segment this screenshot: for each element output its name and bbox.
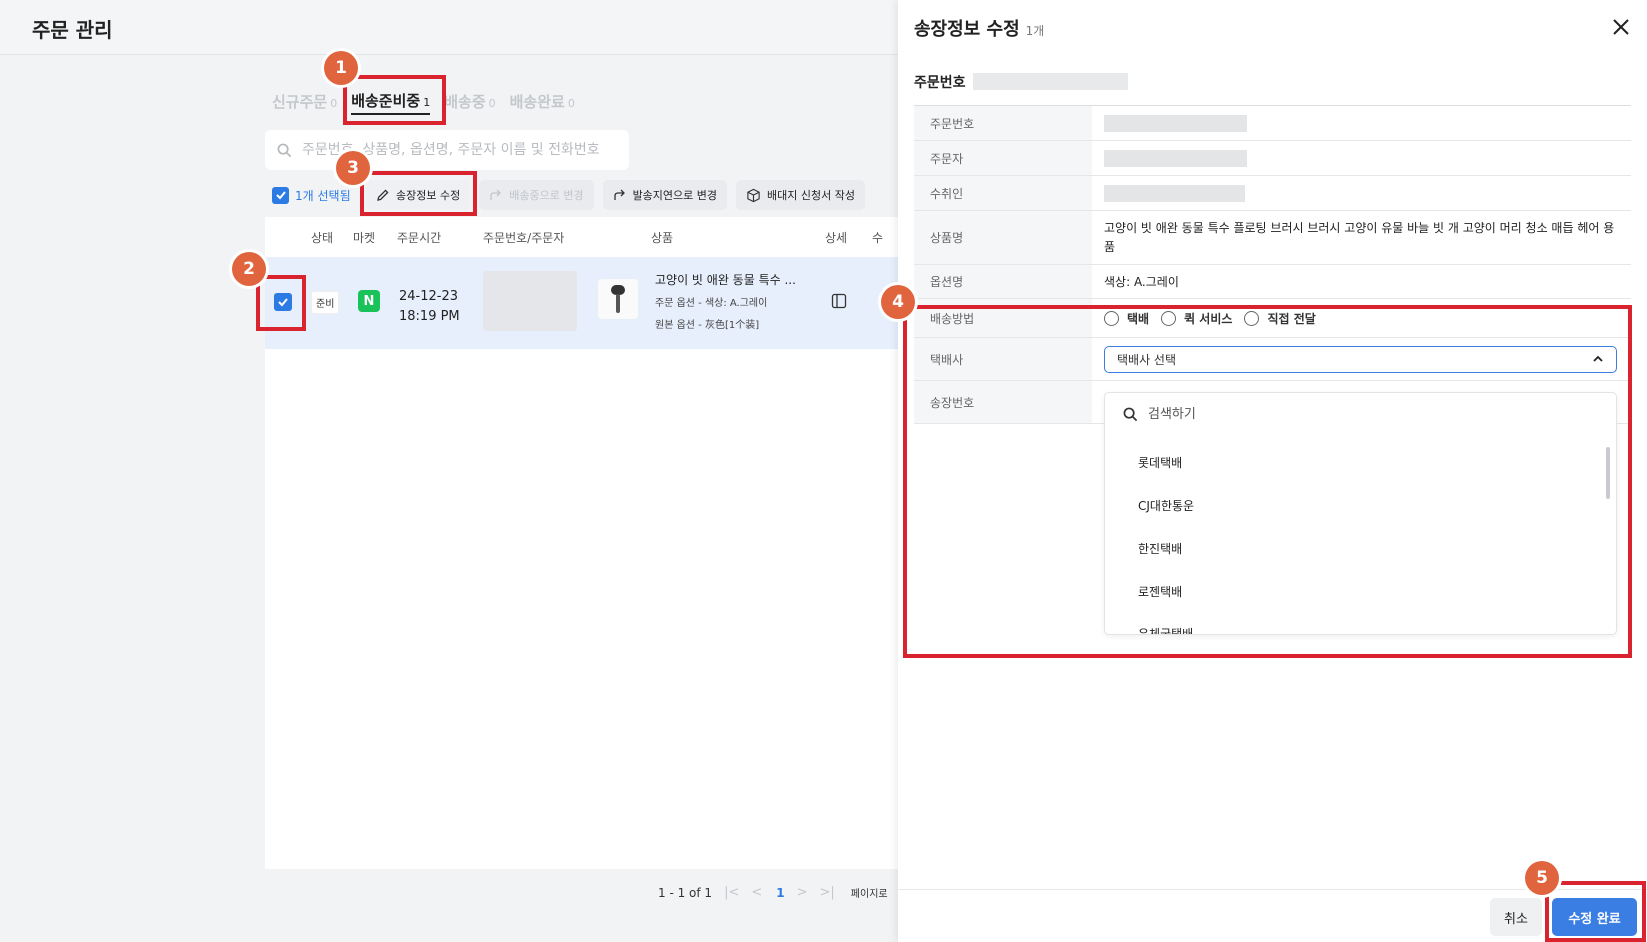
info-label: 상품명 <box>914 211 1092 264</box>
product-original-option: 원본 옵션 - 灰色[1个装] <box>655 320 760 331</box>
tab-count: 0 <box>567 96 575 110</box>
info-value <box>1092 176 1631 210</box>
info-value <box>1092 141 1631 175</box>
info-row-recipient: 수취인 <box>914 176 1631 211</box>
page-header: 주문 관리 <box>0 0 898 55</box>
page-jump-label: 페이지로 <box>850 889 888 900</box>
order-time: 24-12-23 18:19 PM <box>399 287 460 327</box>
tab-label: 배송중 <box>444 92 486 111</box>
highlight-box-courier-section <box>903 305 1632 658</box>
waybill-request-button[interactable]: 배대지 신청서 작성 <box>736 180 865 210</box>
highlight-box-submit <box>1545 881 1646 942</box>
step-marker-3: 3 <box>336 151 370 185</box>
column-header-market: 마켓 <box>353 231 376 245</box>
order-date-text: 24-12-23 <box>399 289 459 304</box>
order-time-text: 18:19 PM <box>399 309 460 324</box>
step-marker-1: 1 <box>324 51 358 85</box>
highlight-box-row-checkbox <box>256 275 306 331</box>
product-name[interactable]: 고양이 빗 애완 동물 특수 ... <box>655 271 796 288</box>
tab-delivered[interactable]: 배송완료 0 <box>510 91 575 112</box>
step-marker-2: 2 <box>232 252 266 286</box>
pagination-range: 1 - 1 of 1 <box>658 885 713 900</box>
product-option: 주문 옵션 - 색상: A.그레이 <box>655 298 768 309</box>
button-label: 배대지 신청서 작성 <box>767 189 855 202</box>
column-header-detail: 상세 <box>825 231 848 245</box>
highlight-box-tab <box>343 75 446 125</box>
tab-count: 0 <box>488 96 496 110</box>
tab-label: 배송완료 <box>509 92 565 111</box>
info-label: 수취인 <box>914 176 1092 210</box>
redacted-value <box>1104 149 1247 167</box>
pagination: 1 - 1 of 1 |< < 1 > >| 페이지로 <box>658 885 888 900</box>
info-label: 옵션명 <box>914 265 1092 298</box>
drawer-title: 송장정보 수정 1개 <box>914 15 1044 41</box>
search-icon <box>277 143 292 157</box>
change-to-shipping-button[interactable]: 배송중으로 변경 <box>479 180 594 210</box>
column-header-product: 상품 <box>651 231 674 245</box>
table-header: 상태 마켓 주문시간 주문번호/주문자 상품 상세 수 <box>265 217 898 257</box>
selected-count-label: 1개 선택됨 <box>295 188 351 203</box>
close-icon <box>1613 19 1629 35</box>
button-label: 배송중으로 변경 <box>509 189 584 202</box>
package-box-icon <box>747 188 760 202</box>
pet-brush-icon <box>611 285 625 313</box>
column-header-quantity: 수 <box>872 231 884 245</box>
close-button[interactable] <box>1610 16 1632 38</box>
page-title: 주문 관리 <box>32 18 113 42</box>
button-label: 발송지연으로 변경 <box>632 189 718 202</box>
detail-panel-icon[interactable] <box>831 293 847 313</box>
option-value: 색상: A.그레이 <box>1104 275 1179 289</box>
naver-market-icon: N <box>358 290 380 312</box>
order-management-main: 주문 관리 신규주문0 배송준비중1 배송중0 배송완료0 1개 선택됨 송장정… <box>0 0 898 942</box>
forward-arrow-icon <box>490 189 502 200</box>
redacted-value <box>1104 184 1245 202</box>
drawer-title-text: 송장정보 수정 <box>914 19 1020 40</box>
status-badge: 준비 <box>311 291 340 314</box>
current-page[interactable]: 1 <box>776 886 784 900</box>
redacted-value <box>1104 114 1247 132</box>
step-marker-4: 4 <box>881 285 915 319</box>
next-page-icon[interactable]: > <box>797 885 808 900</box>
drawer-count: 1개 <box>1025 24 1045 38</box>
info-label: 주문번호 <box>914 106 1092 140</box>
column-header-status: 상태 <box>311 231 334 245</box>
check-icon <box>275 191 286 200</box>
last-page-icon[interactable]: >| <box>820 885 835 900</box>
orders-table: 상태 마켓 주문시간 주문번호/주문자 상품 상세 수 준비 N 24-12-2… <box>265 217 898 869</box>
column-header-order-no: 주문번호/주문자 <box>483 231 565 245</box>
info-value <box>1092 106 1631 140</box>
product-name-value: 고양이 빗 애완 동물 특수 플로팅 브러시 브러시 고양이 유물 바늘 빗 개… <box>1104 220 1615 254</box>
tab-count: 0 <box>330 96 338 110</box>
highlight-box-edit-button <box>360 171 477 216</box>
info-label: 주문자 <box>914 141 1092 175</box>
prev-page-icon[interactable]: < <box>751 885 762 900</box>
order-search-box <box>265 130 629 170</box>
change-to-delayed-button[interactable]: 발송지연으로 변경 <box>602 180 728 210</box>
info-row-option: 옵션명 색상: A.그레이 <box>914 265 1631 299</box>
forward-arrow-icon <box>613 189 625 200</box>
tab-shipping[interactable]: 배송중 0 <box>444 91 495 112</box>
info-row-orderer: 주문자 <box>914 141 1631 176</box>
order-number-redacted <box>483 271 577 331</box>
sidebar-panel-icon <box>831 293 847 309</box>
table-row[interactable]: 준비 N 24-12-23 18:19 PM 고양이 빗 애완 동물 특수 ..… <box>265 257 898 349</box>
tab-label: 신규주문 <box>272 92 328 111</box>
first-page-icon[interactable]: |< <box>724 885 739 900</box>
column-header-order-time: 주문시간 <box>397 231 442 245</box>
order-number-header: 주문번호 <box>914 75 966 91</box>
step-marker-5: 5 <box>1525 861 1559 895</box>
info-row-product: 상품명 고양이 빗 애완 동물 특수 플로팅 브러시 브러시 고양이 유물 바늘… <box>914 211 1631 265</box>
product-thumbnail[interactable] <box>598 279 638 319</box>
select-all-checkbox[interactable] <box>272 186 289 204</box>
tab-new-orders[interactable]: 신규주문 0 <box>272 91 337 112</box>
info-row-order-number: 주문번호 <box>914 106 1631 141</box>
order-number-redacted <box>973 73 1128 90</box>
cancel-button[interactable]: 취소 <box>1490 898 1542 936</box>
